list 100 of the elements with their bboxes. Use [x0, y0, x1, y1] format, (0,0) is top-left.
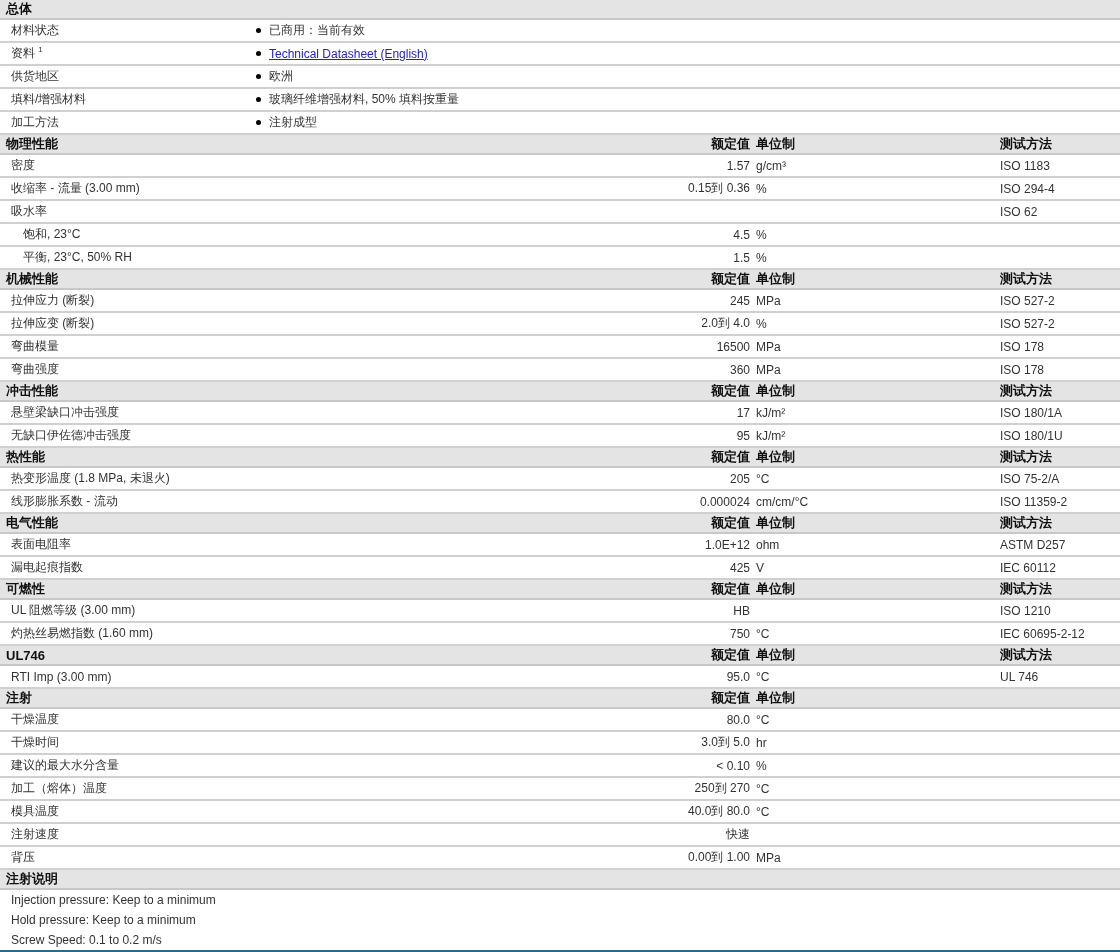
value-cell: < 0.10	[716, 758, 750, 773]
value-cell: 17	[736, 405, 750, 420]
column-heading: 单位制	[755, 448, 795, 466]
column-heading: 单位制	[755, 270, 795, 288]
property-label: 材料状态	[10, 22, 60, 39]
property-label: 热变形温度 (1.8 MPa, 未退火)	[10, 470, 171, 487]
unit-cell-text: °C	[755, 669, 770, 684]
value-cell: HB	[733, 603, 750, 618]
property-label: 填料/增强材料	[10, 91, 88, 108]
property-label: 干燥时间	[10, 734, 60, 751]
value-cell: 205	[729, 471, 750, 486]
test-method-cell: ISO 178	[1000, 362, 1045, 377]
value-cell: 1.0E+12	[704, 537, 750, 552]
unit-cell-text: %	[755, 758, 767, 773]
test-method-cell: ISO 1210	[1000, 603, 1051, 618]
unit-cell-text: hr	[755, 735, 767, 750]
unit-cell-text: cm/cm/°C	[755, 494, 809, 509]
unit-cell-text: °C	[755, 804, 770, 819]
test-method-cell: ISO 62	[1000, 204, 1038, 219]
test-method-cell: UL 746	[1000, 669, 1039, 684]
value-cell: 360	[729, 362, 750, 377]
value-cell: 425	[729, 560, 750, 575]
property-label: 灼热丝易燃指数 (1.60 mm)	[10, 625, 154, 642]
column-heading: 额定值	[711, 448, 750, 466]
test-method-cell: ISO 11359-2	[1000, 494, 1068, 509]
unit-cell-text: MPa	[755, 339, 781, 354]
property-label: 吸水率	[10, 203, 48, 220]
column-heading: 额定值	[711, 514, 750, 532]
property-label: 无缺口伊佐德冲击强度	[10, 427, 132, 444]
section-title: UL746	[5, 647, 47, 663]
datasheet-link[interactable]: Technical Datasheet (English)	[269, 46, 428, 61]
property-label: 弯曲模量	[10, 338, 60, 355]
value-cell: 2.0到 4.0	[701, 315, 750, 332]
column-heading: 单位制	[755, 382, 795, 400]
property-label: 注射速度	[10, 826, 60, 843]
value-cell: 250到 270	[694, 780, 750, 797]
property-label: 漏电起痕指数	[10, 559, 84, 576]
unit-cell-text: kJ/m²	[755, 405, 786, 420]
test-method-cell: ISO 294-4	[1000, 181, 1055, 196]
unit-cell-text: MPa	[755, 850, 781, 865]
section-title: 机械性能	[4, 270, 59, 288]
value-cell: 95	[736, 428, 750, 443]
bullet-icon	[256, 51, 261, 56]
column-heading: 测试方法	[1000, 135, 1052, 153]
section-title: 电气性能	[5, 514, 59, 532]
property-label: 密度	[10, 157, 36, 174]
unit-cell-text: MPa	[755, 362, 781, 377]
test-method-cell: ISO 180/1A	[1000, 405, 1063, 420]
column-heading: 额定值	[711, 382, 750, 400]
column-heading: 测试方法	[1000, 646, 1052, 664]
value-text: 欧洲	[269, 68, 293, 85]
test-method-cell: IEC 60112	[1000, 560, 1056, 575]
unit-cell-text: ohm	[755, 537, 780, 552]
unit-cell-text: V	[755, 560, 764, 575]
property-label: 饱和, 23°C	[22, 226, 82, 243]
value-cell: 0.000024	[699, 494, 750, 509]
column-heading: 单位制	[755, 580, 795, 598]
column-heading: 测试方法	[1000, 580, 1052, 598]
value-cell: 80.0	[726, 712, 750, 727]
column-heading: 测试方法	[1000, 448, 1052, 466]
unit-cell-text: %	[755, 250, 767, 265]
value-cell: 245	[729, 293, 750, 308]
value-text: 注射成型	[269, 114, 317, 131]
column-heading: 额定值	[711, 270, 750, 288]
value-cell: 40.0到 80.0	[687, 803, 750, 820]
bullet-icon	[256, 74, 261, 79]
section-title: 总体	[4, 0, 33, 18]
property-label: 干燥温度	[10, 711, 60, 728]
property-label: 表面电阻率	[10, 536, 72, 553]
test-method-cell: ASTM D257	[1000, 537, 1066, 552]
unit-cell-text: %	[755, 181, 767, 196]
test-method-cell: ISO 527-2	[1000, 293, 1055, 308]
column-heading: 测试方法	[1000, 382, 1052, 400]
property-label: 平衡, 23°C, 50% RH	[22, 249, 133, 266]
unit-cell-text: °C	[755, 712, 770, 727]
column-heading: 额定值	[711, 580, 750, 598]
value-cell: 3.0到 5.0	[701, 734, 750, 751]
value-cell: 95.0	[726, 669, 750, 684]
property-label: 加工（熔体）温度	[10, 780, 108, 797]
column-heading: 单位制	[755, 514, 795, 532]
section-title: 注射说明	[5, 870, 59, 888]
value-cell: 0.15到 0.36	[687, 180, 750, 197]
bullet-icon	[256, 120, 261, 125]
unit-cell-text: °C	[755, 626, 770, 641]
value-cell: 快速	[726, 826, 750, 843]
property-label: UL 阻燃等级 (3.00 mm)	[10, 602, 137, 619]
column-heading: 单位制	[755, 135, 795, 153]
test-method-cell: ISO 178	[1000, 339, 1045, 354]
unit-cell-text: %	[755, 227, 767, 242]
unit-cell-text: °C	[755, 781, 770, 796]
property-label: 加工方法	[10, 114, 60, 131]
unit-cell-text: kJ/m²	[755, 428, 786, 443]
value-cell: 1.5	[733, 250, 750, 265]
property-label: 模具温度	[10, 803, 60, 820]
note-text: Screw Speed: 0.1 to 0.2 m/s	[11, 933, 162, 947]
test-method-cell: ISO 1183	[1000, 158, 1050, 173]
column-heading: 单位制	[755, 689, 795, 707]
test-method-cell: IEC 60695-2-12	[1000, 626, 1085, 641]
column-heading: 单位制	[755, 646, 795, 664]
property-label: 弯曲强度	[10, 361, 60, 378]
